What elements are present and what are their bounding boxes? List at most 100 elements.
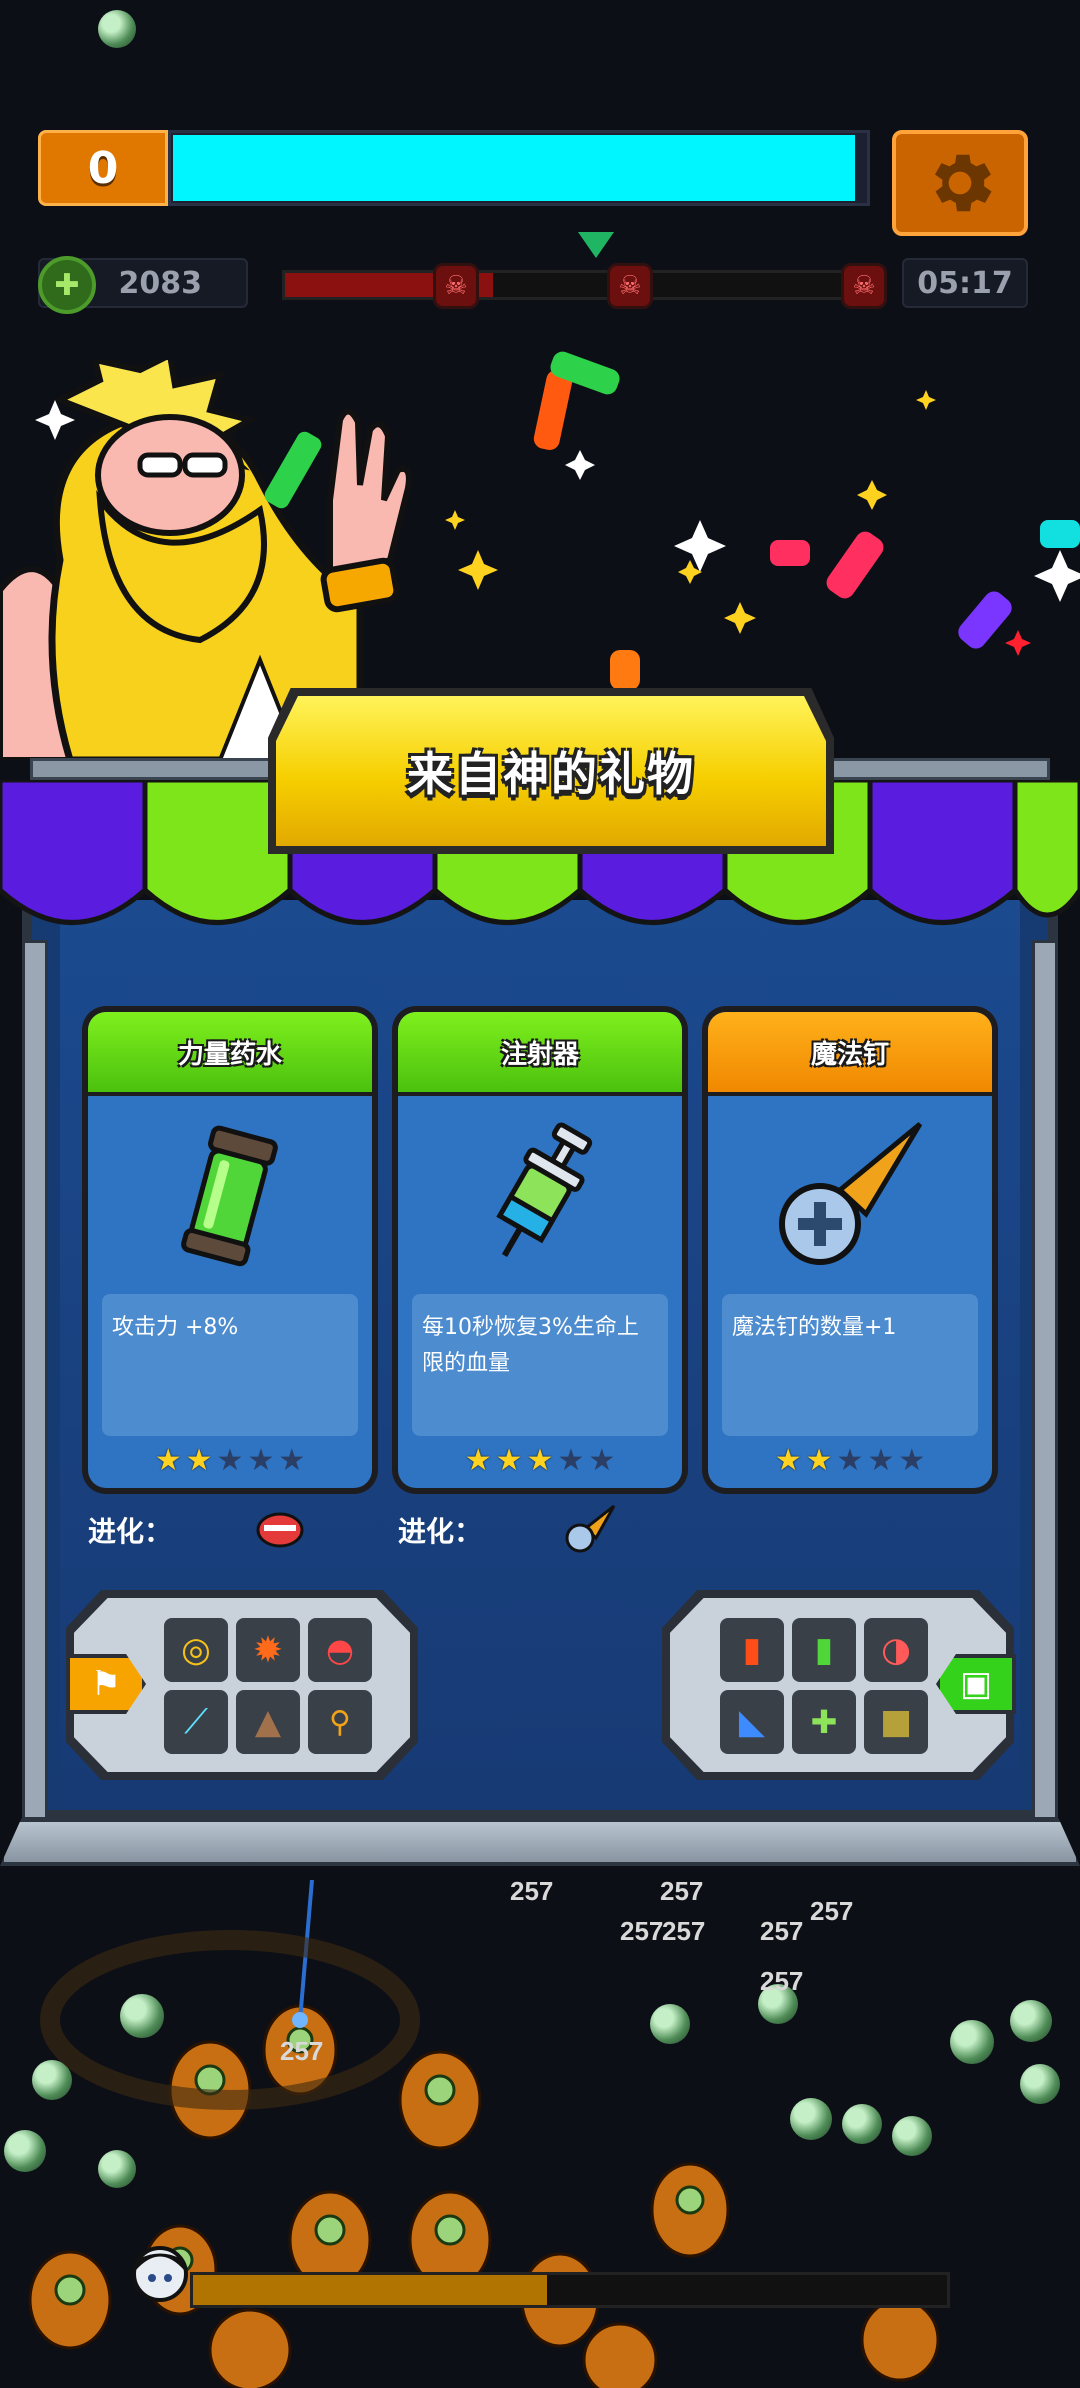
weapon-slot[interactable]: ◎ bbox=[164, 1618, 228, 1682]
syringe-icon bbox=[496, 1122, 593, 1257]
accessory-slot[interactable]: ■ bbox=[864, 1690, 928, 1754]
weapon-slot[interactable]: ▲ bbox=[236, 1690, 300, 1754]
star-empty-icon: ★ bbox=[247, 1443, 275, 1478]
upgrade-card-magic-nail[interactable]: 魔法钉 魔法钉的数量+1 ★ ★ ★ ★ ★ bbox=[702, 1006, 998, 1494]
magic-nail-icon bbox=[779, 1122, 923, 1265]
timer-value: 05:17 bbox=[917, 265, 1013, 301]
game-timer: 05:17 bbox=[902, 258, 1028, 308]
weapon-slot[interactable]: ⟋ bbox=[164, 1690, 228, 1754]
coin-value: 2083 bbox=[118, 266, 203, 301]
chattering-teeth-icon: ◓ bbox=[326, 1631, 354, 1669]
card-star-rating: ★ ★ ★ ★ ★ bbox=[88, 1443, 372, 1478]
star-filled-icon: ★ bbox=[805, 1443, 833, 1478]
coin-icon: ✚ bbox=[38, 256, 96, 314]
chip-icon: ▣ bbox=[959, 1664, 993, 1704]
boomerang-icon: ◎ bbox=[181, 1630, 211, 1670]
upgrade-card-power-potion[interactable]: 力量药水 攻击力 +8% ★ ★ ★ ★ ★ bbox=[82, 1006, 378, 1494]
accessory-slot[interactable]: ◑ bbox=[864, 1618, 928, 1682]
card-description: 攻击力 +8% bbox=[102, 1294, 358, 1436]
gear-icon bbox=[934, 154, 992, 212]
weapon-slot[interactable]: ✹ bbox=[236, 1618, 300, 1682]
card-star-rating: ★ ★ ★ ★ ★ bbox=[398, 1443, 682, 1478]
syringe-icon: ✚ bbox=[810, 1703, 838, 1741]
upgrade-card-syringe[interactable]: 注射器 每10秒恢复3%生命上限的血量 ★ ★ ★ ★ ★ bbox=[392, 1006, 688, 1494]
accessory-slot[interactable]: ◣ bbox=[720, 1690, 784, 1754]
accessory-slot-grid: ▮ ▮ ◑ ◣ ✚ ■ bbox=[720, 1618, 928, 1754]
player-hp-bar bbox=[190, 2272, 950, 2308]
magic-nail-icon: ⚲ bbox=[329, 1704, 351, 1740]
level-badge: 0 bbox=[38, 130, 168, 206]
shop-title-plate: 来自神的礼物 bbox=[268, 688, 834, 854]
star-filled-icon: ★ bbox=[526, 1443, 554, 1478]
evolution-label: 进化： bbox=[398, 1515, 483, 1548]
gun-icon: ⚑ bbox=[90, 1664, 122, 1704]
star-empty-icon: ★ bbox=[278, 1443, 306, 1478]
shop-pillar-left bbox=[22, 940, 48, 1820]
svg-text:257: 257 bbox=[510, 1880, 553, 1906]
magic-nail-small-icon bbox=[565, 1504, 616, 1553]
shop-pillar-right bbox=[1032, 940, 1058, 1820]
settings-button[interactable] bbox=[892, 130, 1028, 236]
star-empty-icon: ★ bbox=[867, 1443, 895, 1478]
magnet-icon: ◑ bbox=[881, 1630, 911, 1670]
card-art bbox=[398, 1104, 682, 1284]
weapon-slot[interactable]: ◓ bbox=[308, 1618, 372, 1682]
chattering-teeth-icon bbox=[256, 1512, 304, 1548]
star-empty-icon: ★ bbox=[898, 1443, 926, 1478]
star-empty-icon: ★ bbox=[216, 1443, 244, 1478]
shop-title-plate-inner: 来自神的礼物 bbox=[276, 696, 826, 846]
card-title: 注射器 bbox=[398, 1012, 682, 1096]
progress-marker-icon bbox=[578, 232, 614, 258]
shop-title: 来自神的礼物 bbox=[407, 747, 695, 801]
boss-skull-icon: ☠ bbox=[433, 263, 479, 309]
star-empty-icon: ★ bbox=[588, 1443, 616, 1478]
card-title: 魔法钉 bbox=[708, 1012, 992, 1096]
svg-text:257: 257 bbox=[620, 1916, 663, 1946]
boss-skull-icon: ☠ bbox=[607, 263, 653, 309]
boss-skull-icon: ☠ bbox=[841, 263, 887, 309]
card-body: 力量药水 攻击力 +8% ★ ★ ★ ★ ★ bbox=[88, 1012, 372, 1488]
star-empty-icon: ★ bbox=[557, 1443, 585, 1478]
card-body: 魔法钉 魔法钉的数量+1 ★ ★ ★ ★ ★ bbox=[708, 1012, 992, 1488]
confetti-decoration bbox=[35, 351, 1080, 690]
fuel-can-icon: ▮ bbox=[742, 1630, 762, 1670]
coin-counter: ✚ 2083 bbox=[38, 256, 248, 314]
svg-text:257: 257 bbox=[280, 2036, 323, 2066]
wave-progress-bar: ☠ ☠ ☠ bbox=[282, 263, 887, 309]
magic-wand-icon: ⟋ bbox=[184, 1702, 208, 1742]
rock-pile-icon: ▲ bbox=[254, 1702, 282, 1742]
star-filled-icon: ★ bbox=[774, 1443, 802, 1478]
player-character-avatar bbox=[132, 2246, 188, 2302]
enemy-blob bbox=[98, 10, 136, 48]
saw-blade-icon: ✹ bbox=[252, 1629, 284, 1671]
weapon-slot-grid: ◎ ✹ ◓ ⟋ ▲ ⚲ bbox=[164, 1618, 372, 1754]
card-star-rating: ★ ★ ★ ★ ★ bbox=[708, 1443, 992, 1478]
card-art bbox=[88, 1104, 372, 1284]
svg-text:257: 257 bbox=[810, 1896, 853, 1926]
power-potion-icon: ▮ bbox=[814, 1630, 834, 1670]
card-art bbox=[708, 1104, 992, 1284]
player-hp-fill bbox=[193, 2275, 548, 2305]
svg-text:257: 257 bbox=[760, 1966, 803, 1996]
card-description: 魔法钉的数量+1 bbox=[722, 1294, 978, 1436]
accessory-slot[interactable]: ▮ bbox=[792, 1618, 856, 1682]
xp-bar-fill bbox=[173, 135, 856, 201]
svg-text:257: 257 bbox=[662, 1916, 705, 1946]
svg-text:257: 257 bbox=[660, 1880, 703, 1906]
power-potion-icon bbox=[181, 1125, 278, 1267]
shop-counter-base bbox=[0, 1818, 1080, 1866]
evolution-label: 进化： bbox=[88, 1515, 173, 1548]
star-filled-icon: ★ bbox=[154, 1443, 182, 1478]
level-value: 0 bbox=[87, 142, 119, 194]
accessory-slot[interactable]: ▮ bbox=[720, 1618, 784, 1682]
star-empty-icon: ★ bbox=[836, 1443, 864, 1478]
card-title: 力量药水 bbox=[88, 1012, 372, 1096]
star-filled-icon: ★ bbox=[464, 1443, 492, 1478]
star-filled-icon: ★ bbox=[185, 1443, 213, 1478]
weapon-slot[interactable]: ⚲ bbox=[308, 1690, 372, 1754]
xp-bar bbox=[168, 130, 870, 206]
sneaker-icon: ◣ bbox=[738, 1702, 766, 1742]
backpack-icon: ■ bbox=[879, 1702, 913, 1742]
svg-text:257: 257 bbox=[760, 1916, 803, 1946]
accessory-slot[interactable]: ✚ bbox=[792, 1690, 856, 1754]
